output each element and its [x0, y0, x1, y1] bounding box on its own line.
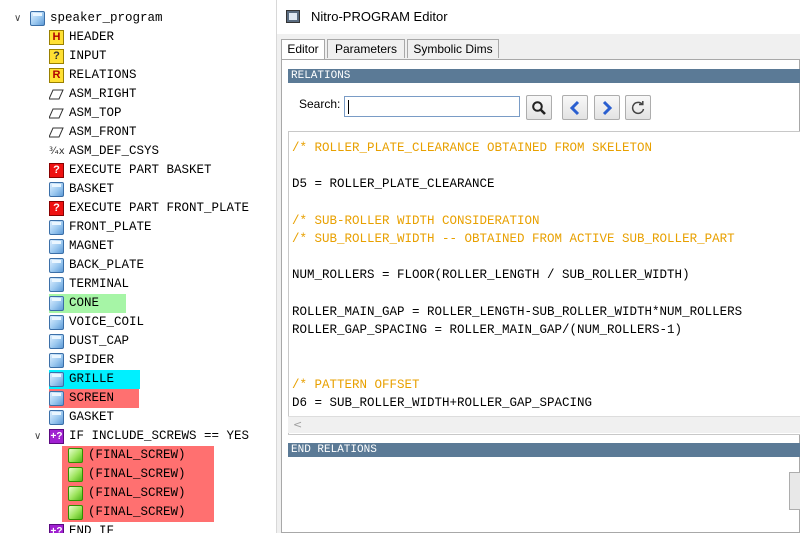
tree-item-label: END_IF [69, 524, 115, 533]
search-label: Search: [299, 97, 341, 111]
part-icon [49, 353, 64, 368]
tree-item-label: BASKET [69, 182, 115, 196]
code-comment-line: /* ROLLER_PLATE_CLEARANCE OBTAINED FROM … [292, 141, 653, 155]
tree-item-label: GRILLE [69, 372, 115, 386]
part-icon [49, 372, 64, 387]
end-relations-footer: END RELATIONS [288, 443, 800, 457]
tree-item-label: ASM_TOP [69, 106, 122, 120]
search-input[interactable] [344, 96, 520, 117]
part-icon [49, 391, 64, 406]
horizontal-scrollbar[interactable]: < [288, 416, 800, 433]
search-button[interactable] [526, 95, 552, 120]
tree-item-label: IF INCLUDE_SCREWS == YES [69, 429, 250, 443]
find-previous-button[interactable] [562, 95, 588, 120]
tree-item-label: ASM_RIGHT [69, 87, 137, 101]
code-line: D5 = ROLLER_PLATE_CLEARANCE [292, 177, 495, 192]
find-next-button[interactable] [594, 95, 620, 120]
partial-button[interactable] [789, 472, 800, 510]
tree-item-label: VOICE_COIL [69, 315, 145, 329]
expand-chevron-icon[interactable]: ∨ [14, 9, 21, 28]
tree-item-label: BACK_PLATE [69, 258, 145, 272]
part-icon [49, 296, 64, 311]
window-title: Nitro-PROGRAM Editor [311, 9, 448, 24]
code-line: ROLLER_MAIN_GAP = ROLLER_LENGTH-SUB_ROLL… [292, 304, 743, 319]
tree-item-label: ASM_FRONT [69, 125, 137, 139]
search-icon [532, 101, 546, 115]
app-icon [286, 10, 300, 23]
tab-symbolic-dims[interactable]: Symbolic Dims [407, 39, 499, 58]
green-part-icon [68, 486, 83, 501]
datum-plane-icon [48, 125, 64, 140]
part-icon [49, 258, 64, 273]
tab-editor[interactable]: Editor [281, 39, 325, 60]
tree-item-label: CONE [69, 296, 100, 310]
code-editor[interactable]: /* ROLLER_PLATE_CLEARANCE OBTAINED FROM … [288, 131, 800, 435]
part-icon [49, 220, 64, 235]
tree-item-label: ASM_DEF_CSYS [69, 144, 160, 158]
tree-item-label: SPIDER [69, 353, 115, 367]
tree-item-label: (FINAL_SCREW) [88, 467, 186, 481]
tab-parameters[interactable]: Parameters [327, 39, 405, 58]
part-icon [49, 315, 64, 330]
part-icon [49, 239, 64, 254]
code-comment-line: /* PATTERN OFFSET [292, 377, 420, 392]
tree-item-label: EXECUTE PART FRONT_PLATE [69, 201, 250, 215]
scroll-left-icon[interactable]: < [293, 418, 302, 431]
datum-plane-icon [48, 87, 64, 102]
tree-item-label: INPUT [69, 49, 107, 63]
if-icon: +? [49, 524, 64, 533]
title-bar[interactable]: Nitro-PROGRAM Editor [277, 0, 800, 34]
chevron-left-icon [569, 100, 580, 116]
part-icon [49, 410, 64, 425]
tree-item-label: MAGNET [69, 239, 115, 253]
execute-icon: ? [49, 163, 64, 178]
refresh-icon [631, 101, 645, 115]
tree-item-label: EXECUTE PART BASKET [69, 163, 212, 177]
tree-item-label: HEADER [69, 30, 115, 44]
coordinate-system-icon: ¾x [49, 146, 65, 157]
tree-item-label: DUST_CAP [69, 334, 130, 348]
tree-item-label: RELATIONS [69, 68, 137, 82]
relations-header: RELATIONS [288, 69, 800, 83]
tree-item-label: (FINAL_SCREW) [88, 505, 186, 519]
tree-item-label: (FINAL_SCREW) [88, 448, 186, 462]
collapse-chevron-icon[interactable]: ∨ [34, 427, 41, 446]
editor-panel: RELATIONS Search: /* ROLLER_PLATE_CLEARA… [281, 59, 800, 533]
code-line: D6 = SUB_ROLLER_WIDTH+ROLLER_GAP_SPACING [292, 395, 593, 410]
execute-icon: ? [49, 201, 64, 216]
green-part-icon [68, 448, 83, 463]
tree-item-label: speaker_program [50, 11, 163, 25]
green-part-icon [68, 505, 83, 520]
green-part-icon [68, 467, 83, 482]
program-editor-window: Nitro-PROGRAM Editor Editor Parameters S… [277, 0, 800, 533]
code-line: ROLLER_GAP_SPACING = ROLLER_MAIN_GAP/(NU… [292, 323, 683, 337]
input-icon: ? [49, 49, 64, 64]
refresh-button[interactable] [625, 95, 651, 120]
tree-item-label: (FINAL_SCREW) [88, 486, 186, 500]
tree-item-label: TERMINAL [69, 277, 130, 291]
relations-icon: R [49, 68, 64, 83]
model-tree: ∨ speaker_program H HEADER? INPUT R RELATIONS A… [0, 0, 277, 533]
if-icon: +? [49, 429, 64, 444]
chevron-right-icon [602, 100, 613, 116]
tree-item-label: FRONT_PLATE [69, 220, 152, 234]
text-cursor [348, 100, 349, 114]
code-comment-line: /* SUB-ROLLER WIDTH CONSIDERATION [292, 213, 540, 228]
part-icon [49, 334, 64, 349]
part-icon [49, 277, 64, 292]
datum-plane-icon [48, 106, 64, 121]
code-comment-line: /* SUB_ROLLER_WIDTH -- OBTAINED FROM ACT… [292, 232, 735, 246]
part-icon [30, 11, 45, 26]
part-icon [49, 182, 64, 197]
header-icon: H [49, 30, 64, 45]
tree-item-label: GASKET [69, 410, 115, 424]
code-line: NUM_ROLLERS = FLOOR(ROLLER_LENGTH / SUB_… [292, 268, 690, 283]
tree-item-label: SCREEN [69, 391, 115, 405]
